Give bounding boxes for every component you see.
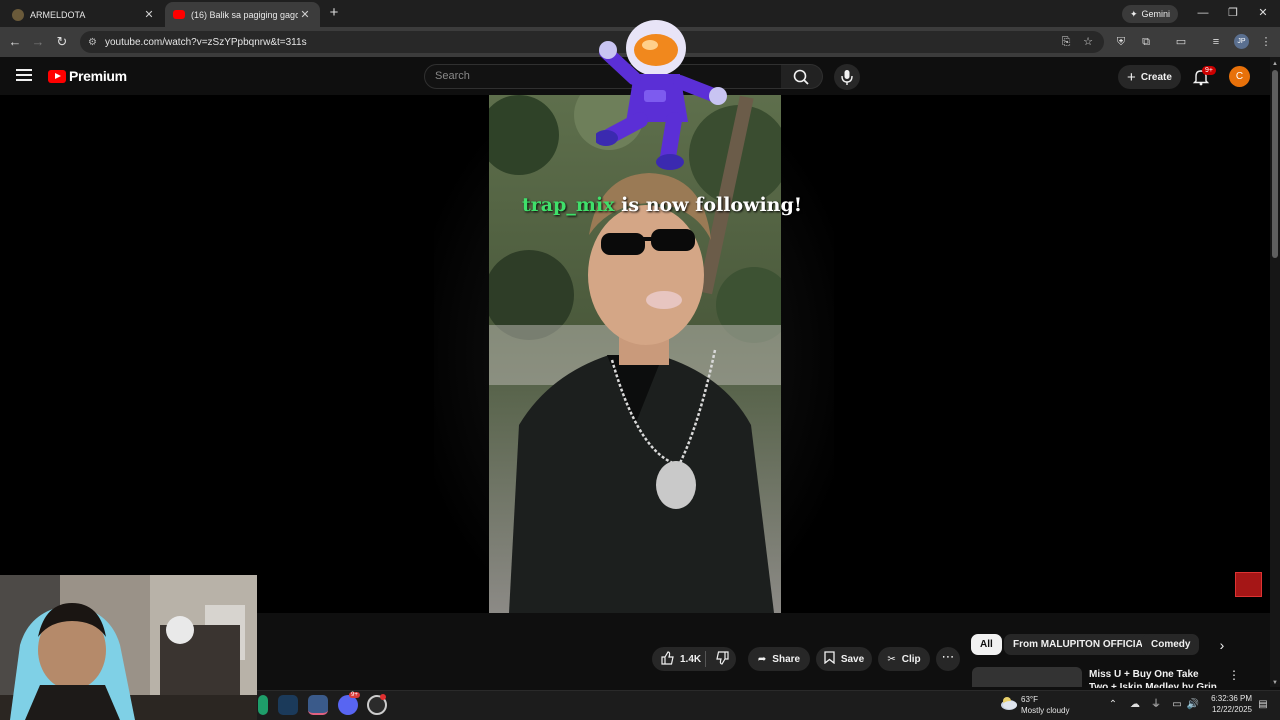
follow-message: is now following! [614,194,803,216]
kebab-menu-icon[interactable]: ⋮ [1228,668,1240,682]
extensions-puzzle-icon[interactable]: ⧉ [1138,34,1154,50]
webcam-image [0,575,257,720]
close-icon[interactable]: ✕ [142,8,156,21]
tab-favicon [12,8,24,21]
save-label: Save [840,653,865,665]
bookmark-icon [824,651,835,667]
thumbs-up-icon[interactable] [660,650,674,668]
volume-icon[interactable]: 🔊 [1186,698,1200,712]
clock-time: 6:32:36 PM [1211,694,1252,703]
recommendation-title[interactable]: Miss U + Buy One Take Two + Iskin Medley… [1089,668,1217,688]
tab-search-icon[interactable]: ▭ [1173,34,1189,50]
weather-widget[interactable]: 63°F Mostly cloudy [1021,694,1069,716]
window-close-button[interactable]: ✕ [1253,5,1273,21]
sparkle-icon: ✦ [1130,8,1138,19]
weather-description: Mostly cloudy [1021,706,1070,715]
youtube-premium-logo[interactable]: Premium [48,68,127,84]
usb-icon[interactable]: ⏚ [1149,698,1163,712]
network-monitor-icon[interactable]: ▭ [1170,698,1184,712]
follower-username: trap_mix [522,194,615,216]
steam-icon[interactable] [278,695,298,715]
tab-youtube-video[interactable]: (16) Balik sa pagiging gago Part ✕ [165,2,320,27]
chip-all[interactable]: All [971,634,1002,655]
channel-watermark-icon[interactable] [1235,572,1262,597]
shield-icon[interactable]: ⛨ [1113,34,1129,50]
clip-label: Clip [901,653,921,665]
forward-button[interactable]: → [29,33,47,51]
scroll-up-arrow-icon[interactable]: ▲ [1271,60,1279,68]
reading-list-icon[interactable]: ≡ [1208,34,1224,50]
clock-date: 12/22/2025 [1211,705,1252,714]
back-button[interactable]: ← [6,33,24,51]
chip-comedy[interactable]: Comedy [1142,634,1200,655]
weather-temperature: 63°F [1021,695,1038,704]
scissors-icon: ✂ [887,653,896,665]
astronaut-sticker-overlay [596,20,727,170]
account-avatar[interactable]: C [1229,66,1250,87]
url-text: youtube.com/watch?v=zSzYPpbqnrw&t=311s [104,36,307,48]
taskbar-clock[interactable]: 6:32:36 PM 12/22/2025 [1204,693,1252,715]
hamburger-menu-icon[interactable] [16,69,32,81]
gemini-label: Gemini [1141,9,1171,19]
thumbs-down-icon[interactable] [716,651,732,667]
create-label: Create [1140,71,1172,83]
share-arrow-icon: ➦ [757,653,767,665]
onedrive-cloud-icon[interactable]: ☁ [1128,698,1142,712]
chip-from-channel[interactable]: From MALUPITON OFFICIAL [1004,634,1158,655]
youtube-favicon [173,10,185,19]
like-count[interactable]: 1.4K [680,654,701,665]
edge-browser-icon[interactable] [258,695,268,715]
discord-badge: 9+ [349,692,360,698]
gemini-button[interactable]: ✦ Gemini [1122,5,1179,23]
install-app-icon[interactable]: ⎘ [1058,34,1074,50]
page-scrollbar-thumb[interactable] [1272,70,1278,258]
webcam-overlay [0,575,257,720]
create-button[interactable]: + Create [1118,65,1181,89]
youtube-play-logo-icon [48,69,66,83]
new-tab-button[interactable]: + [326,5,342,21]
steam-active-window-icon[interactable] [308,695,328,715]
tray-overflow-chevron-icon[interactable]: ⌃ [1106,698,1120,712]
like-divider [705,651,706,667]
cloudy-weather-icon [1001,697,1017,710]
restore-button[interactable]: ❐ [1223,5,1243,21]
follow-alert-overlay: trap_mix is now following! [522,194,802,216]
search-button[interactable] [781,64,823,89]
bookmark-star-icon[interactable]: ☆ [1080,34,1096,50]
windows-taskbar [257,690,1280,720]
omnibox[interactable]: ⚙ youtube.com/watch?v=zSzYPpbqnrw&t=311s [80,31,1104,53]
recording-dot-icon [380,694,386,700]
discord-icon[interactable] [338,695,358,715]
plus-icon: + [1127,68,1136,86]
share-button[interactable]: ➦ Share [748,647,810,671]
microphone-icon [841,70,853,85]
save-button[interactable]: Save [816,647,872,671]
clip-button[interactable]: ✂ Clip [878,647,930,671]
recommendation-thumbnail[interactable] [972,667,1082,687]
logo-text: Premium [69,68,127,84]
browser-profile-avatar[interactable]: JP [1234,34,1249,49]
share-label: Share [772,653,801,665]
minimize-button[interactable]: — [1193,5,1213,21]
voice-search-button[interactable] [834,64,860,90]
close-icon[interactable]: ✕ [298,8,312,21]
tab-title: (16) Balik sa pagiging gago Part [191,9,298,20]
search-icon [793,69,809,85]
notification-center-icon[interactable]: ▤ [1256,698,1270,712]
scroll-down-arrow-icon[interactable]: ▼ [1271,679,1279,687]
chevron-right-icon[interactable]: › [1213,636,1231,654]
browser-menu-icon[interactable]: ⋮ [1258,34,1274,50]
tab-armeldota[interactable]: ARMELDOTA ✕ [4,2,164,27]
reload-button[interactable]: ↻ [53,33,71,51]
tab-title: ARMELDOTA [30,9,86,20]
notification-count-badge: 9+ [1202,66,1216,75]
site-info-icon[interactable]: ⚙ [88,37,97,48]
more-actions-button[interactable]: ⋯ [936,647,960,671]
